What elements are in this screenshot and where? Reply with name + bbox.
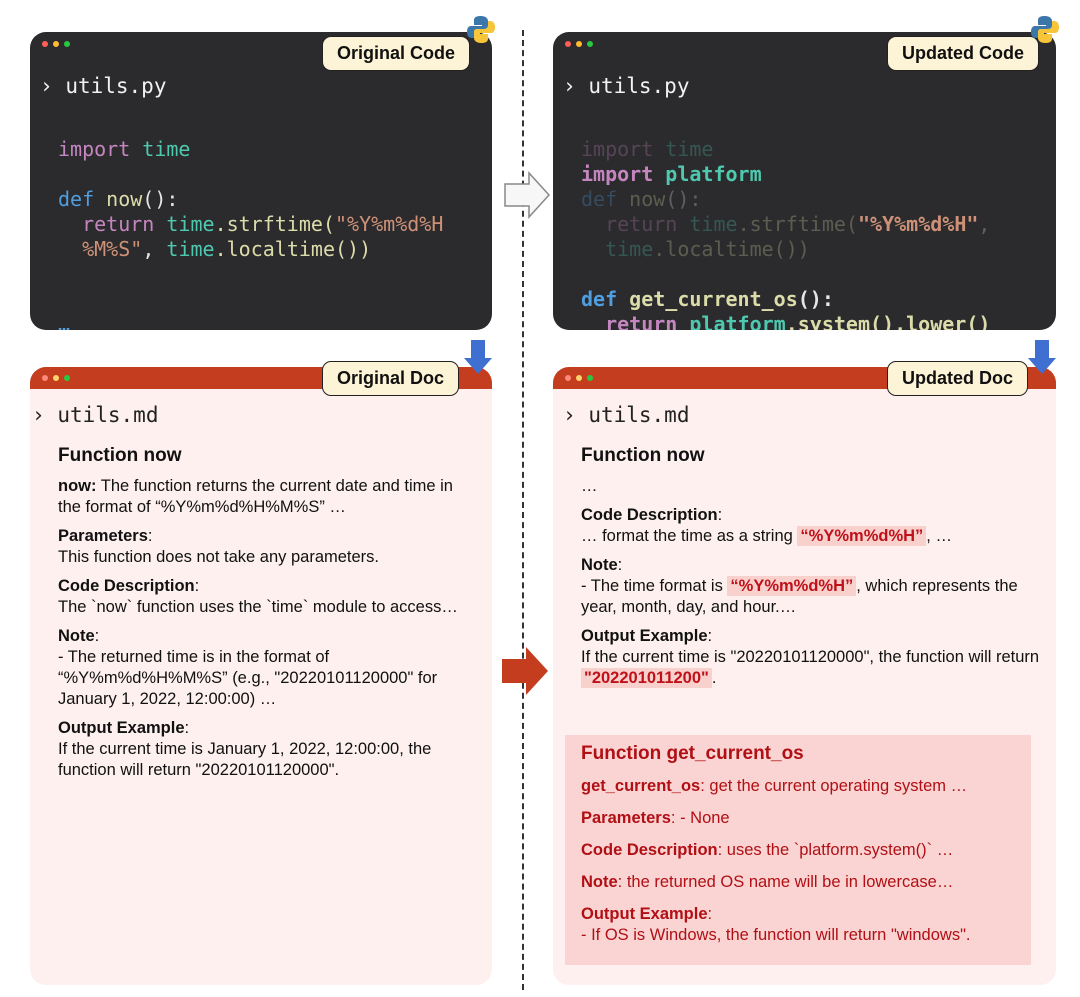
doc-heading: Function now	[58, 445, 182, 466]
updated-doc-badge: Updated Doc	[887, 361, 1029, 396]
doc-paragraph: …	[581, 477, 598, 495]
chevron-right-icon: ›	[563, 403, 576, 427]
close-dot[interactable]	[42, 41, 48, 47]
doc-body: Function now now: The function returns t…	[58, 445, 458, 789]
doc-paragraph: Parameters: This function does not take a…	[58, 527, 380, 566]
highlight: “%Y%m%d%H”	[727, 576, 857, 596]
doc-paragraph: now: The function returns the current da…	[58, 477, 453, 516]
maximize-dot[interactable]	[64, 41, 70, 47]
arrow-right-icon	[502, 647, 548, 695]
updated-code-badge: Updated Code	[887, 36, 1040, 71]
code-filename: › utils.py	[563, 74, 690, 98]
highlight: “%Y%m%d%H”	[797, 526, 927, 546]
python-icon	[467, 16, 495, 43]
doc-paragraph: Note: - The returned time is in the forma…	[58, 627, 438, 708]
arrow-right-outline-icon	[504, 171, 551, 219]
original-code-panel: › utils.py import time def now(): return…	[30, 32, 492, 330]
minimize-dot[interactable]	[576, 375, 582, 381]
updated-doc-panel: › utils.md Function now … Code Descripti…	[553, 367, 1056, 985]
window-controls	[42, 41, 70, 47]
code-block: import time import platform def now(): r…	[581, 137, 991, 330]
new-function-heading: Function get_current_os	[581, 743, 804, 764]
new-function-section: Function get_current_os get_current_os: …	[565, 735, 1031, 965]
code-block: import time def now(): return time.strft…	[58, 137, 444, 330]
original-code-badge: Original Code	[322, 36, 471, 71]
window-controls	[42, 375, 70, 381]
arrow-down-icon	[464, 340, 492, 374]
close-dot[interactable]	[42, 375, 48, 381]
minimize-dot[interactable]	[53, 375, 59, 381]
maximize-dot[interactable]	[587, 41, 593, 47]
updated-code-panel: › utils.py import time import platform d…	[553, 32, 1056, 330]
maximize-dot[interactable]	[64, 375, 70, 381]
code-filename: › utils.py	[40, 74, 167, 98]
doc-heading: Function now	[581, 445, 705, 466]
doc-paragraph: Code Description:… format the time as a …	[581, 506, 952, 546]
highlight: "202201011200"	[581, 668, 712, 688]
chevron-right-icon: ›	[40, 74, 53, 98]
doc-paragraph: Output Example: If the current time is Ja…	[58, 719, 432, 779]
doc-paragraph: Output Example: If the current time is "2…	[581, 627, 1040, 688]
window-controls	[565, 375, 593, 381]
doc-body: Function now … Code Description:… format…	[581, 445, 1046, 697]
arrow-down-icon	[1028, 340, 1056, 374]
close-dot[interactable]	[565, 375, 571, 381]
doc-paragraph: Output Example: - If OS is Windows, the f…	[581, 905, 971, 944]
original-doc-panel: › utils.md Function now now: The functio…	[30, 367, 492, 985]
minimize-dot[interactable]	[53, 41, 59, 47]
maximize-dot[interactable]	[587, 375, 593, 381]
doc-paragraph: Code Description: The `now` function uses…	[58, 577, 458, 616]
doc-paragraph: get_current_os: get the current operatin…	[581, 777, 968, 795]
chevron-right-icon: ›	[32, 403, 45, 427]
close-dot[interactable]	[565, 41, 571, 47]
doc-paragraph: Note: the returned OS name will be in lo…	[581, 873, 954, 891]
original-doc-badge: Original Doc	[322, 361, 460, 396]
chevron-right-icon: ›	[563, 74, 576, 98]
doc-filename: › utils.md	[563, 403, 690, 427]
python-icon	[1031, 16, 1059, 43]
doc-filename: › utils.md	[32, 403, 159, 427]
window-controls	[565, 41, 593, 47]
doc-paragraph: Note: - The time format is “%Y%m%d%H”, wh…	[581, 556, 1018, 616]
doc-paragraph: Parameters: - None	[581, 809, 730, 827]
doc-paragraph: Code Description: uses the `platform.sys…	[581, 841, 954, 859]
minimize-dot[interactable]	[576, 41, 582, 47]
